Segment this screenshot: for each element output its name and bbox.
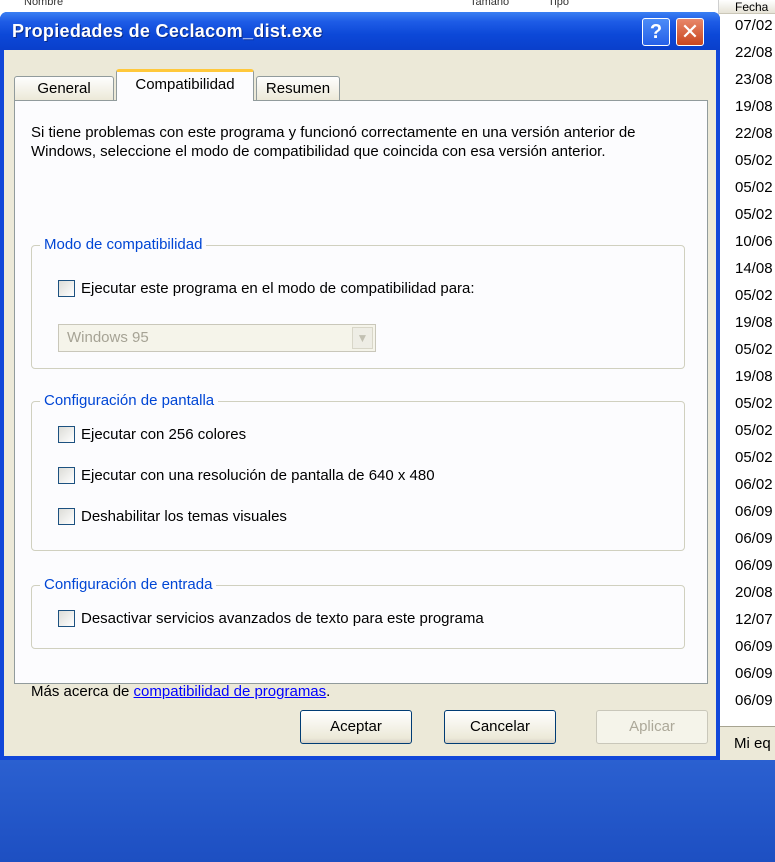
help-button[interactable]: ?	[642, 18, 670, 46]
tab-resumen[interactable]: Resumen	[256, 76, 340, 100]
bg-date-row[interactable]: 22/08	[735, 41, 773, 65]
bg-date-row[interactable]: 05/02	[735, 149, 773, 173]
properties-dialog: Propiedades de Ceclacom_dist.exe ? ✕ Gen…	[0, 12, 720, 760]
bg-date-row[interactable]: 14/08	[735, 257, 773, 281]
input-option-advanced-text[interactable]: Desactivar servicios avanzados de texto …	[58, 610, 484, 627]
bg-date-row[interactable]: 06/09	[735, 500, 773, 524]
display-256-colors-checkbox[interactable]	[58, 426, 75, 443]
bg-date-row[interactable]: 05/02	[735, 338, 773, 362]
bg-date-row[interactable]: 06/02	[735, 473, 773, 497]
compat-os-select-value: Windows 95	[67, 329, 149, 346]
group-input-title: Configuración de entrada	[40, 575, 217, 595]
bg-date-row[interactable]: 05/02	[735, 392, 773, 416]
bg-date-row[interactable]: 22/08	[735, 122, 773, 146]
cancel-button[interactable]: Cancelar	[444, 710, 556, 744]
group-compat-mode: Modo de compatibilidad Ejecutar este pro…	[31, 235, 685, 369]
input-advanced-text-checkbox[interactable]	[58, 610, 75, 627]
display-visual-themes-label: Deshabilitar los temas visuales	[81, 508, 287, 525]
tab-general[interactable]: General	[14, 76, 114, 100]
display-640x480-checkbox[interactable]	[58, 467, 75, 484]
more-info-prefix: Más acerca de	[31, 683, 134, 700]
bg-date-row[interactable]: 05/02	[735, 284, 773, 308]
bg-date-row[interactable]: 06/09	[735, 689, 773, 713]
compat-mode-option[interactable]: Ejecutar este programa en el modo de com…	[58, 280, 475, 297]
bg-date-row[interactable]: 06/09	[735, 635, 773, 659]
background-column-headers: Nombre Tamaño Tipo	[0, 0, 718, 10]
bg-date-row[interactable]: 05/02	[735, 446, 773, 470]
display-option-visual-themes[interactable]: Deshabilitar los temas visuales	[58, 508, 287, 525]
background-file-list: Fecha 07/02 22/08 23/08 19/08 22/08 05/02 05/0…	[718, 0, 775, 726]
compat-mode-checkbox[interactable]	[58, 280, 75, 297]
display-option-640x480[interactable]: Ejecutar con una resolución de pantalla …	[58, 467, 435, 484]
display-visual-themes-checkbox[interactable]	[58, 508, 75, 525]
bg-date-row[interactable]: 19/08	[735, 95, 773, 119]
group-display-title: Configuración de pantalla	[40, 391, 219, 411]
chevron-down-icon: ▼	[352, 327, 373, 349]
group-display-settings: Configuración de pantalla Ejecutar con 2…	[31, 391, 685, 551]
input-advanced-text-label: Desactivar servicios avanzados de texto …	[81, 610, 484, 627]
display-640x480-label: Ejecutar con una resolución de pantalla …	[81, 467, 435, 484]
bg-date-row[interactable]: 05/02	[735, 203, 773, 227]
apply-button[interactable]: Aplicar	[596, 710, 708, 744]
bg-date-column-header[interactable]: Fecha	[719, 0, 775, 14]
compat-mode-checkbox-label: Ejecutar este programa en el modo de com…	[81, 280, 475, 297]
bg-header-name: Nombre	[24, 0, 64, 8]
title-bar[interactable]: Propiedades de Ceclacom_dist.exe ? ✕	[0, 12, 720, 50]
bg-header-size: Tamaño	[470, 0, 510, 8]
bg-header-type: Tipo	[548, 0, 569, 8]
bg-date-row[interactable]: 19/08	[735, 365, 773, 389]
bg-status-bar: Mi eq	[718, 726, 775, 760]
intro-text: Si tiene problemas con este programa y f…	[31, 124, 636, 160]
compat-os-select: Windows 95 ▼	[58, 324, 376, 352]
bg-date-row[interactable]: 23/08	[735, 68, 773, 92]
group-input-settings: Configuración de entrada Desactivar serv…	[31, 575, 685, 649]
dialog-client-area: General Compatibilidad Resumen Si tiene …	[4, 50, 716, 756]
bg-date-row[interactable]: 12/07	[735, 608, 773, 632]
more-info: Más acerca de compatibilidad de programa…	[31, 683, 330, 700]
display-256-colors-label: Ejecutar con 256 colores	[81, 426, 247, 443]
bg-date-row[interactable]: 06/09	[735, 662, 773, 686]
bg-date-row[interactable]: 05/02	[735, 419, 773, 443]
close-button[interactable]: ✕	[676, 18, 704, 46]
display-option-256-colors[interactable]: Ejecutar con 256 colores	[58, 426, 246, 443]
window-title: Propiedades de Ceclacom_dist.exe	[12, 21, 323, 41]
ok-button[interactable]: Aceptar	[300, 710, 412, 744]
compatibility-help-link[interactable]: compatibilidad de programas	[134, 683, 327, 700]
bg-date-row[interactable]: 06/09	[735, 527, 773, 551]
desktop-background	[0, 760, 775, 862]
bg-date-row[interactable]: 06/09	[735, 554, 773, 578]
bg-date-row[interactable]: 19/08	[735, 311, 773, 335]
bg-date-row[interactable]: 10/06	[735, 230, 773, 254]
bg-date-row[interactable]: 20/08	[735, 581, 773, 605]
bg-date-row[interactable]: 07/02	[735, 14, 773, 38]
more-info-suffix: .	[326, 683, 331, 700]
bg-date-row[interactable]: 05/02	[735, 176, 773, 200]
tab-compatibilidad[interactable]: Compatibilidad	[116, 69, 254, 101]
compatibility-tab-panel: Si tiene problemas con este programa y f…	[14, 100, 708, 700]
group-compat-mode-title: Modo de compatibilidad	[40, 235, 207, 255]
